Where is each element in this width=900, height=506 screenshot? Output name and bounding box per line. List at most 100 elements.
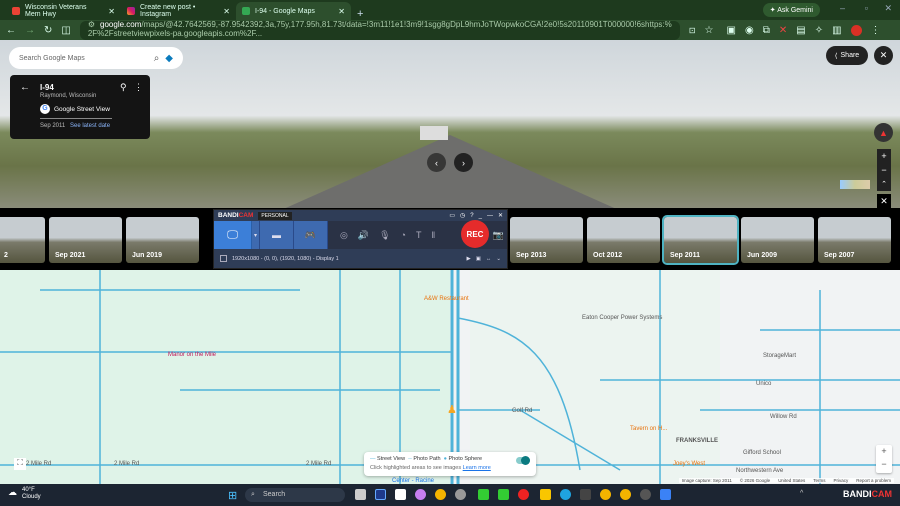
image-icon[interactable]: ▣	[476, 256, 481, 262]
store-icon[interactable]	[395, 489, 406, 500]
close-tab-icon[interactable]: ✕	[108, 7, 115, 16]
cursor-effect-icon[interactable]: ◔	[401, 230, 406, 240]
timeline-thumbnail[interactable]: 2	[0, 217, 45, 263]
area-checkbox[interactable]	[220, 255, 227, 262]
camera-icon[interactable]: 📷	[493, 230, 504, 241]
install-icon[interactable]: ⊡	[689, 26, 696, 35]
menu-kebab-icon[interactable]: ⋮	[871, 25, 881, 36]
region-link[interactable]: United States	[778, 478, 805, 483]
extensions-puzzle-icon[interactable]: ✧	[815, 25, 823, 36]
timeline-thumbnail[interactable]: Sep 2021	[49, 217, 122, 263]
rec-button[interactable]: REC	[461, 220, 489, 248]
extension-icon[interactable]: ◉	[745, 25, 754, 36]
zoom-out-button[interactable]: −	[877, 163, 891, 177]
timeline-thumbnail[interactable]: Sep 2007	[818, 217, 891, 263]
timeline-thumbnail[interactable]: Jun 2009	[741, 217, 814, 263]
poi-manor[interactable]: Manor on the Mile	[168, 352, 216, 358]
report-problem-link[interactable]: Report a problem	[856, 478, 891, 483]
bookmark-star-icon[interactable]: ☆	[705, 25, 714, 36]
close-tab-icon[interactable]: ✕	[223, 7, 230, 16]
extension-icon[interactable]: ⧉	[763, 25, 770, 36]
back-icon[interactable]: ←	[6, 25, 16, 36]
poi-tavern[interactable]: Tavern on H...	[630, 426, 667, 432]
search-icon[interactable]: ⌕	[154, 53, 160, 64]
speaker-icon[interactable]: 🔊	[358, 230, 369, 241]
defender-icon[interactable]	[660, 489, 671, 500]
tray-chevron-icon[interactable]: ^	[800, 490, 803, 497]
extension-icon[interactable]: ▤	[796, 25, 805, 36]
forward-icon[interactable]: →	[25, 25, 35, 36]
clock-icon[interactable]: ◷	[460, 212, 465, 219]
mode-dropdown[interactable]: ▾	[252, 221, 260, 249]
terms-link[interactable]: Terms	[813, 478, 825, 483]
poi-joeys-west[interactable]: Joey's West	[673, 461, 705, 467]
tab-google-maps[interactable]: I-94 - Google Maps ✕	[236, 2, 351, 20]
photoshop-express-icon[interactable]	[478, 489, 489, 500]
chrome-icon[interactable]	[435, 489, 446, 500]
collapse-icon[interactable]: —	[487, 213, 493, 219]
app-icon[interactable]	[375, 489, 386, 500]
ask-gemini-button[interactable]: ✦ Ask Gemini	[762, 3, 820, 17]
task-view-icon[interactable]	[355, 489, 366, 500]
directions-icon[interactable]: ◆	[165, 53, 173, 64]
layer-thumbnails[interactable]	[840, 180, 870, 189]
url-input[interactable]: ⚙ google.com/maps/@42.7642569,-87.9542392…	[79, 20, 680, 40]
close-timeline-button[interactable]: ✕	[877, 194, 891, 208]
extension-icon[interactable]: ▣	[727, 25, 736, 36]
weather-widget[interactable]: ☁ 40°F Cloudy	[8, 487, 41, 501]
video-icon[interactable]: ▶	[466, 256, 470, 262]
start-button[interactable]: ⊞	[228, 489, 237, 502]
poi-storagemart[interactable]: StorageMart	[763, 353, 796, 359]
chrome-profile-icon[interactable]	[620, 489, 631, 500]
search-box[interactable]: Search Google Maps ⌕ ◆	[9, 47, 183, 69]
app-icon[interactable]	[580, 489, 591, 500]
poi-aw-restaurant[interactable]: A&W Restaurant	[424, 296, 469, 302]
webcam-icon[interactable]: ◎	[340, 230, 348, 241]
game-mode-button[interactable]: 🎮	[294, 221, 328, 249]
next-arrow-icon[interactable]: ›	[454, 153, 473, 172]
share-button[interactable]: ⟨ Share	[826, 46, 868, 65]
poi-unico[interactable]: Unico	[756, 381, 771, 387]
minimize-icon[interactable]: _	[479, 213, 482, 219]
fullscreen-icon[interactable]: ⛶	[14, 458, 26, 470]
poi-gifford[interactable]: Gifford School	[743, 450, 781, 456]
maximize-button[interactable]: ▫	[865, 3, 868, 13]
close-window-button[interactable]: ✕	[884, 3, 892, 14]
bandicam-taskbar-icon[interactable]	[518, 489, 529, 500]
hdmi-mode-button[interactable]: ▬	[260, 221, 294, 249]
timeline-thumbnail-selected[interactable]: Sep 2011	[662, 215, 739, 265]
resize-icon[interactable]: ↔	[486, 256, 492, 262]
timeline-thumbnail[interactable]: Jun 2019	[126, 217, 199, 263]
profile-avatar[interactable]	[850, 24, 862, 36]
file-explorer-icon[interactable]	[540, 489, 551, 500]
map-zoom-out-button[interactable]: −	[876, 458, 892, 471]
timeline-thumbnail[interactable]: Sep 2013	[510, 217, 583, 263]
text-icon[interactable]: T	[416, 230, 422, 240]
timeline-thumbnail[interactable]: Oct 2012	[587, 217, 660, 263]
new-tab-button[interactable]: +	[351, 8, 369, 20]
screen-mode-button[interactable]: 🖵	[214, 221, 252, 249]
expand-icon[interactable]: ⌃	[877, 177, 891, 191]
see-latest-date-link[interactable]: See latest date	[70, 123, 110, 129]
reload-icon[interactable]: ↻	[44, 25, 52, 36]
coverage-toggle[interactable]	[516, 456, 530, 465]
chrome-profile-icon[interactable]	[600, 489, 611, 500]
zoom-in-button[interactable]: +	[877, 149, 891, 163]
privacy-link[interactable]: Privacy	[833, 478, 848, 483]
taskbar-search[interactable]: ⌕ Search	[245, 488, 345, 502]
edge-icon[interactable]	[560, 489, 571, 500]
help-icon[interactable]: ?	[470, 213, 473, 219]
media-player-icon[interactable]	[640, 489, 651, 500]
map-zoom-in-button[interactable]: +	[876, 445, 892, 458]
expand-chevron-icon[interactable]: ⌄	[496, 256, 501, 262]
folder-icon[interactable]: ▭	[449, 212, 455, 219]
more-options-icon[interactable]: ⋮	[134, 82, 143, 93]
mic-icon[interactable]: 🎙	[379, 230, 390, 241]
side-panel-icon[interactable]: ▥	[832, 25, 841, 36]
learn-more-link[interactable]: Learn more	[463, 465, 491, 471]
back-arrow-icon[interactable]: ←	[20, 82, 30, 93]
tab-instagram[interactable]: Create new post • Instagram ✕	[121, 2, 236, 20]
photoshop-express-icon[interactable]	[498, 489, 509, 500]
pause-icon[interactable]: ‖	[431, 230, 435, 240]
copilot-icon[interactable]	[415, 489, 426, 500]
